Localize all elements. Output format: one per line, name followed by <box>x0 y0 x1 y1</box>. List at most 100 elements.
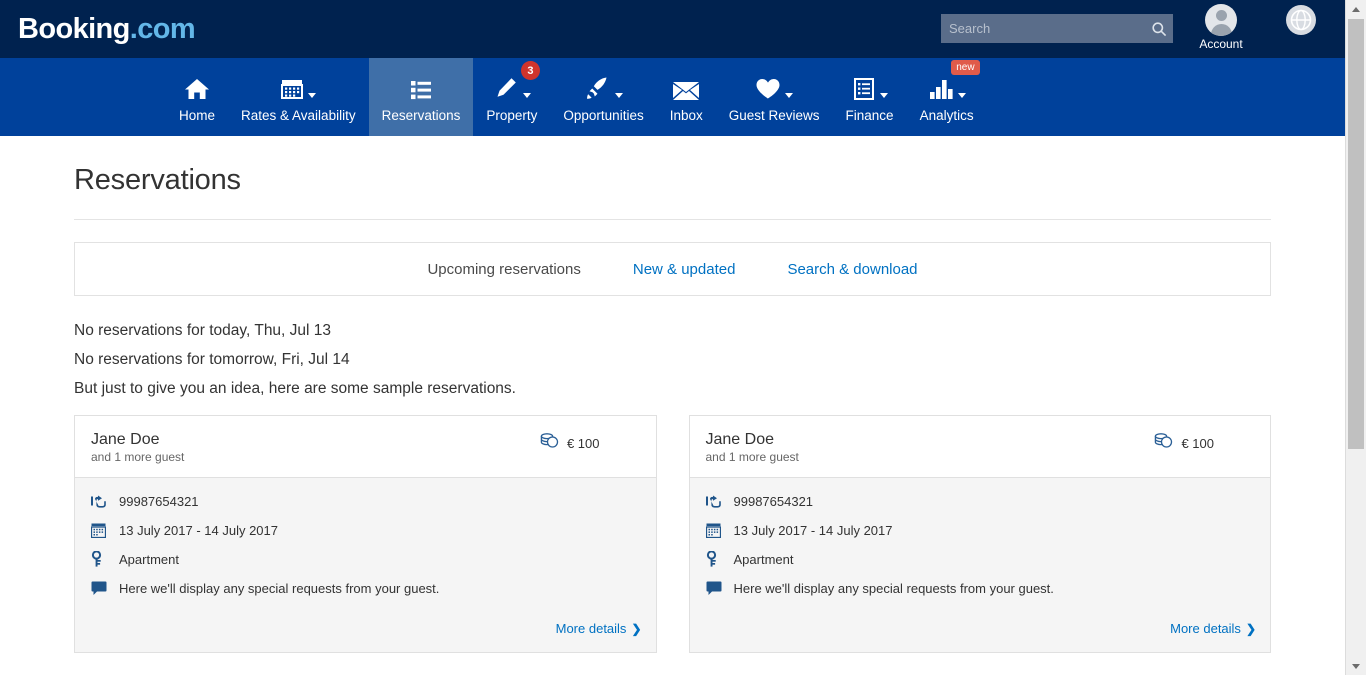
main-navigation: Home Rates & Availability Reservations 3… <box>0 58 1345 136</box>
nav-label-reservations: Reservations <box>381 108 461 123</box>
browser-scrollbar[interactable] <box>1345 0 1366 675</box>
nav-label-analytics: Analytics <box>919 108 974 123</box>
envelope-icon <box>672 79 700 101</box>
stay-dates: 13 July 2017 - 14 July 2017 <box>119 522 278 538</box>
notice-tomorrow: No reservations for tomorrow, Fri, Jul 1… <box>74 351 350 368</box>
chevron-down-icon[interactable] <box>957 93 966 98</box>
guest-count-label: and 1 more guest <box>705 450 799 464</box>
reservation-price: € 100 <box>1154 430 1254 454</box>
nav-item-finance[interactable]: Finance <box>833 58 907 136</box>
nav-label-inbox: Inbox <box>669 108 703 123</box>
search-icon[interactable] <box>1145 14 1173 43</box>
top-header: Booking.com Account <box>0 0 1345 58</box>
nav-item-inbox[interactable]: Inbox <box>657 58 716 136</box>
tab-new-and-updated[interactable]: New & updated <box>633 261 736 278</box>
tab-search-and-download[interactable]: Search & download <box>787 261 917 278</box>
calendar-icon <box>280 77 304 101</box>
tab-upcoming-reservations[interactable]: Upcoming reservations <box>427 261 580 278</box>
pencil-icon: 3 <box>493 61 540 101</box>
nav-item-reservations[interactable]: Reservations <box>368 58 474 136</box>
logo-tld-text: .com <box>129 13 196 45</box>
booking-number: 99987654321 <box>733 493 814 509</box>
guest-info: Jane Doe and 1 more guest <box>706 430 799 464</box>
room-type: Apartment <box>119 551 179 567</box>
price-amount: € 100 <box>566 435 600 451</box>
title-divider <box>74 219 1271 220</box>
scroll-down-button[interactable] <box>1346 657 1366 675</box>
chevron-up-icon <box>1352 6 1360 12</box>
chevron-down-icon[interactable] <box>308 93 317 98</box>
chevron-down-icon[interactable] <box>522 93 531 98</box>
stay-dates: 13 July 2017 - 14 July 2017 <box>733 522 893 538</box>
search-box[interactable] <box>941 14 1173 43</box>
reservation-cards-row: Jane Doe and 1 more guest € 100 99987654… <box>74 415 1271 653</box>
reservation-card[interactable]: Jane Doe and 1 more guest € 100 99987654… <box>688 415 1271 653</box>
heart-icon <box>755 77 781 101</box>
room-type-row: Apartment <box>706 550 1255 568</box>
chevron-down-icon[interactable] <box>785 93 794 98</box>
reservation-card-body: 99987654321 13 July 2017 - 14 July 2017 … <box>75 478 656 618</box>
chevron-down-icon <box>1352 663 1360 669</box>
nav-label-home: Home <box>179 108 216 123</box>
more-details-link[interactable]: More details ❯ <box>1170 621 1256 636</box>
more-details-link[interactable]: More details ❯ <box>556 621 642 636</box>
property-badge-count: 3 <box>520 61 540 80</box>
dates-row: 13 July 2017 - 14 July 2017 <box>705 521 1255 539</box>
check-in-hand-icon <box>91 494 113 509</box>
logo-brand-text: Booking <box>18 13 130 45</box>
coins-icon <box>540 432 559 454</box>
page-title: Reservations <box>74 164 241 196</box>
reservations-tab-bar: Upcoming reservations New & updated Sear… <box>74 242 1271 296</box>
booking-number: 99987654321 <box>119 493 199 509</box>
nav-label-rates-availability: Rates & Availability <box>241 108 356 123</box>
scrollbar-thumb[interactable] <box>1348 19 1364 449</box>
account-menu[interactable]: Account <box>1196 4 1246 51</box>
special-requests: Here we'll display any special requests … <box>119 580 440 596</box>
globe-icon[interactable] <box>1286 5 1316 35</box>
guest-name: Jane Doe <box>705 431 775 448</box>
scroll-up-button[interactable] <box>1346 0 1366 18</box>
nav-item-guest-reviews[interactable]: Guest Reviews <box>716 58 833 136</box>
nav-item-home[interactable]: Home <box>166 58 228 136</box>
reservation-card-header: Jane Doe and 1 more guest € 100 <box>689 416 1270 478</box>
chevron-right-icon: ❯ <box>631 621 642 636</box>
nav-item-opportunities[interactable]: Opportunities <box>550 58 656 136</box>
list-icon <box>409 79 433 101</box>
calendar-icon <box>91 523 113 538</box>
nav-item-analytics[interactable]: new Analytics <box>907 58 987 136</box>
nav-item-rates-availability[interactable]: Rates & Availability <box>228 58 369 136</box>
chevron-down-icon[interactable] <box>614 93 623 98</box>
special-requests-row: Here we'll display any special requests … <box>706 579 1255 597</box>
dates-row: 13 July 2017 - 14 July 2017 <box>91 521 640 539</box>
account-avatar-icon[interactable] <box>1205 4 1237 36</box>
calendar-icon <box>705 523 728 538</box>
more-details-label: More details <box>555 621 627 636</box>
account-label: Account <box>1199 37 1243 51</box>
booking-logo[interactable]: Booking.com <box>18 11 196 47</box>
more-details-label: More details <box>1170 621 1241 636</box>
document-list-icon <box>852 77 876 101</box>
booking-number-row: 99987654321 <box>91 492 640 510</box>
guest-info: Jane Doe and 1 more guest <box>91 430 184 464</box>
speech-bubble-icon <box>706 581 728 595</box>
no-reservations-notice: No reservations for today, Thu, Jul 13 N… <box>74 316 1271 403</box>
price-amount: € 100 <box>1181 435 1214 451</box>
reservation-price: € 100 <box>540 430 640 454</box>
reservation-card-footer: More details ❯ <box>690 618 1271 652</box>
main-content: Reservations Upcoming reservations New &… <box>0 136 1345 653</box>
reservation-card-footer: More details ❯ <box>75 618 656 652</box>
booking-number-row: 99987654321 <box>705 492 1255 510</box>
coins-icon <box>1154 432 1173 454</box>
guest-name: Jane Doe <box>91 431 160 448</box>
search-input[interactable] <box>941 14 1145 43</box>
nav-label-opportunities: Opportunities <box>563 108 644 123</box>
rocket-icon <box>585 75 611 101</box>
reservation-card[interactable]: Jane Doe and 1 more guest € 100 99987654… <box>74 415 657 653</box>
special-requests-row: Here we'll display any special requests … <box>91 579 640 597</box>
nav-item-property[interactable]: 3 Property <box>473 58 550 136</box>
analytics-badge-new: new <box>951 60 980 75</box>
room-type-row: Apartment <box>91 550 640 568</box>
chevron-down-icon[interactable] <box>879 93 888 98</box>
language-selector[interactable] <box>1286 5 1316 35</box>
notice-sample-intro: But just to give you an idea, here are s… <box>74 380 516 397</box>
